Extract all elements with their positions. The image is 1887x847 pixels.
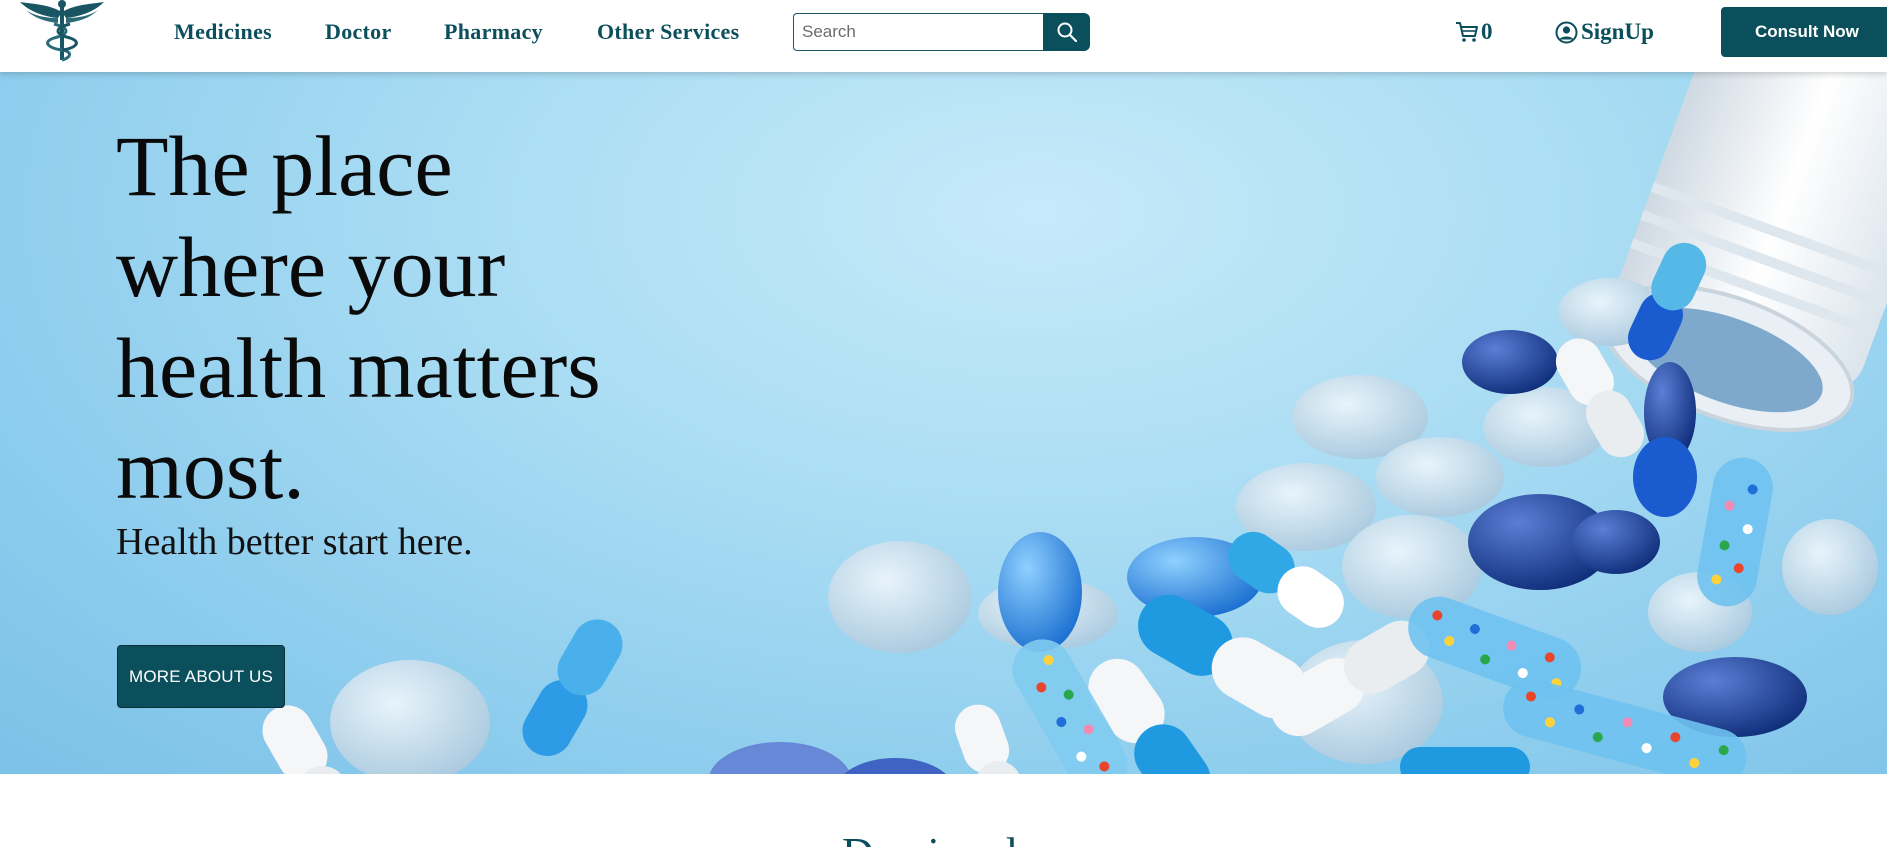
search-input[interactable] — [793, 13, 1044, 51]
user-circle-icon — [1555, 21, 1578, 43]
cart-icon — [1456, 22, 1478, 42]
signup-label: SignUp — [1581, 19, 1654, 44]
caduceus-logo-icon[interactable] — [18, 0, 106, 62]
consult-now-button[interactable]: Consult Now — [1721, 7, 1887, 57]
cart-button[interactable]: 0 — [1455, 19, 1493, 45]
cart-count: 0 — [1481, 19, 1493, 44]
hero-title: The place where your health matters most… — [116, 116, 676, 520]
search-icon — [1057, 22, 1077, 43]
section-heading-partial: Dowion d — [842, 828, 1017, 847]
more-about-us-button[interactable]: MORE ABOUT US — [117, 645, 285, 708]
nav-doctor[interactable]: Doctor — [325, 19, 392, 45]
nav-other-services[interactable]: Other Services — [597, 19, 739, 45]
search-bar — [793, 13, 1090, 51]
nav-medicines[interactable]: Medicines — [174, 19, 272, 45]
hero-title-line: The place — [116, 118, 453, 214]
search-button[interactable] — [1043, 13, 1090, 51]
signup-link[interactable]: SignUp — [1555, 19, 1654, 45]
nav-pharmacy[interactable]: Pharmacy — [444, 19, 543, 45]
hero-subtitle: Health better start here. — [116, 521, 473, 563]
hero-title-line: most. — [116, 421, 305, 517]
top-navbar: Medicines Doctor Pharmacy Other Services… — [0, 0, 1887, 72]
hero-title-line: where your — [116, 219, 506, 315]
hero-title-line: health matters — [116, 320, 601, 416]
hero-banner: The place where your health matters most… — [0, 72, 1887, 774]
